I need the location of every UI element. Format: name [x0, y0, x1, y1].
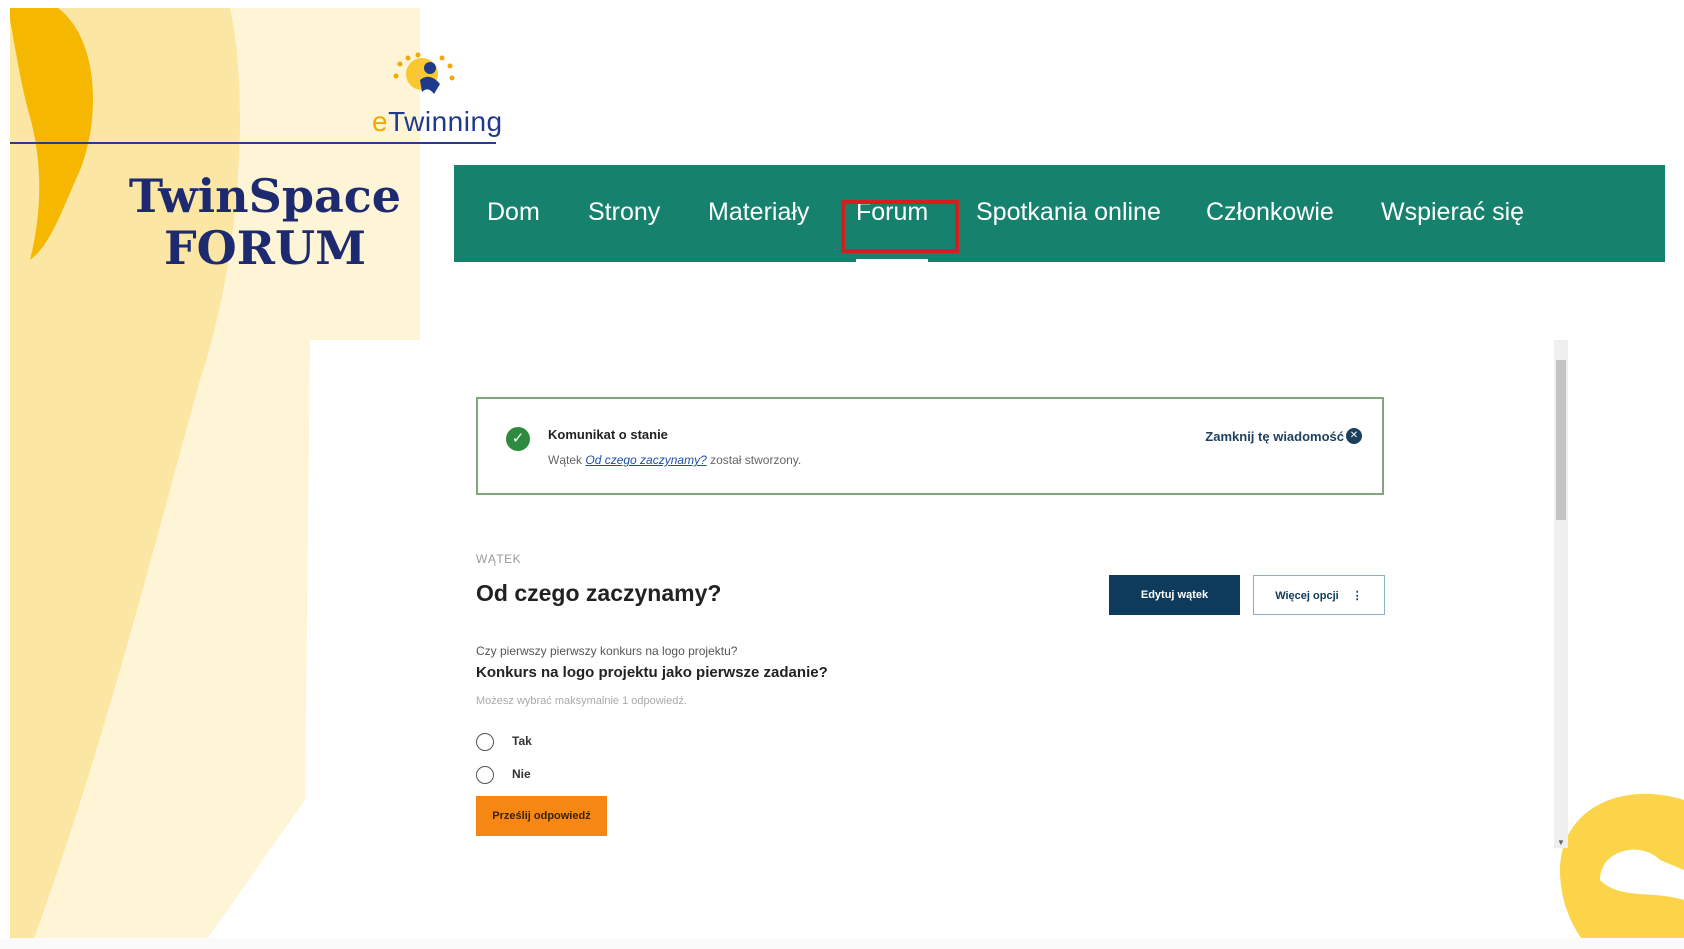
edit-thread-button[interactable]: Edytuj wątek: [1109, 575, 1240, 615]
twinspace-nav-bar: Dom Strony Materiały Forum Spotkania onl…: [454, 165, 1665, 262]
poll-option-tak-label[interactable]: Tak: [512, 734, 532, 748]
slide-title: TwinSpace FORUM: [100, 170, 430, 274]
poll-hint: Możesz wybrać maksymalnie 1 odpowiedź.: [476, 695, 687, 707]
poll-option-nie-radio[interactable]: [476, 766, 494, 784]
slide-title-line2: FORUM: [164, 221, 366, 275]
poll-option-tak-radio[interactable]: [476, 733, 494, 751]
status-message-box: ✓ Komunikat o stanie Wątek Od czego zacz…: [476, 397, 1384, 495]
nav-item-wspierac-sie[interactable]: Wspierać się: [1381, 165, 1524, 262]
status-text-prefix: Wątek: [548, 453, 583, 467]
etwinning-wordmark-e: e: [372, 106, 389, 137]
header-divider: [10, 142, 496, 144]
status-message-text: Wątek Od czego zaczynamy? został stworzo…: [548, 453, 801, 467]
scrollbar-thumb[interactable]: [1556, 360, 1566, 520]
poll-option-nie-label[interactable]: Nie: [512, 767, 531, 781]
etwinning-wordmark: eTwinning: [372, 106, 503, 138]
poll-subtitle: Czy pierwszy pierwszy konkurs na logo pr…: [476, 644, 738, 658]
forum-highlight-box: [841, 200, 959, 253]
bottom-band: [0, 938, 1684, 949]
slide-title-line1: TwinSpace: [128, 169, 402, 223]
thread-link[interactable]: Od czego zaczynamy?: [585, 453, 706, 467]
nav-item-materialy[interactable]: Materiały: [708, 165, 809, 262]
close-circle-icon[interactable]: ✕: [1346, 428, 1362, 444]
nav-item-czlonkowie[interactable]: Członkowie: [1206, 165, 1334, 262]
etwinning-wordmark-rest: Twinning: [388, 106, 503, 137]
thread-title: Od czego zaczynamy?: [476, 580, 722, 606]
submit-answer-button[interactable]: Prześlij odpowiedź: [476, 796, 607, 836]
more-options-label: Więcej opcji: [1275, 589, 1339, 602]
kebab-menu-icon: ⋮: [1351, 589, 1363, 602]
status-message-title: Komunikat o stanie: [548, 427, 668, 442]
etwinning-figure-icon: [393, 52, 455, 94]
nav-item-spotkania-online[interactable]: Spotkania online: [976, 165, 1161, 262]
more-options-button[interactable]: Więcej opcji ⋮: [1253, 575, 1385, 615]
status-text-suffix: został stworzony.: [710, 453, 802, 467]
check-circle-icon: ✓: [506, 427, 530, 451]
poll-question: Konkurs na logo projektu jako pierwsze z…: [476, 664, 828, 681]
scrollbar-down-arrow-icon[interactable]: ▼: [1557, 838, 1565, 847]
thread-eyebrow: WĄTEK: [476, 552, 522, 566]
nav-item-strony[interactable]: Strony: [588, 165, 660, 262]
close-message-link[interactable]: Zamknij tę wiadomość: [1205, 429, 1344, 444]
nav-item-dom[interactable]: Dom: [487, 165, 540, 262]
